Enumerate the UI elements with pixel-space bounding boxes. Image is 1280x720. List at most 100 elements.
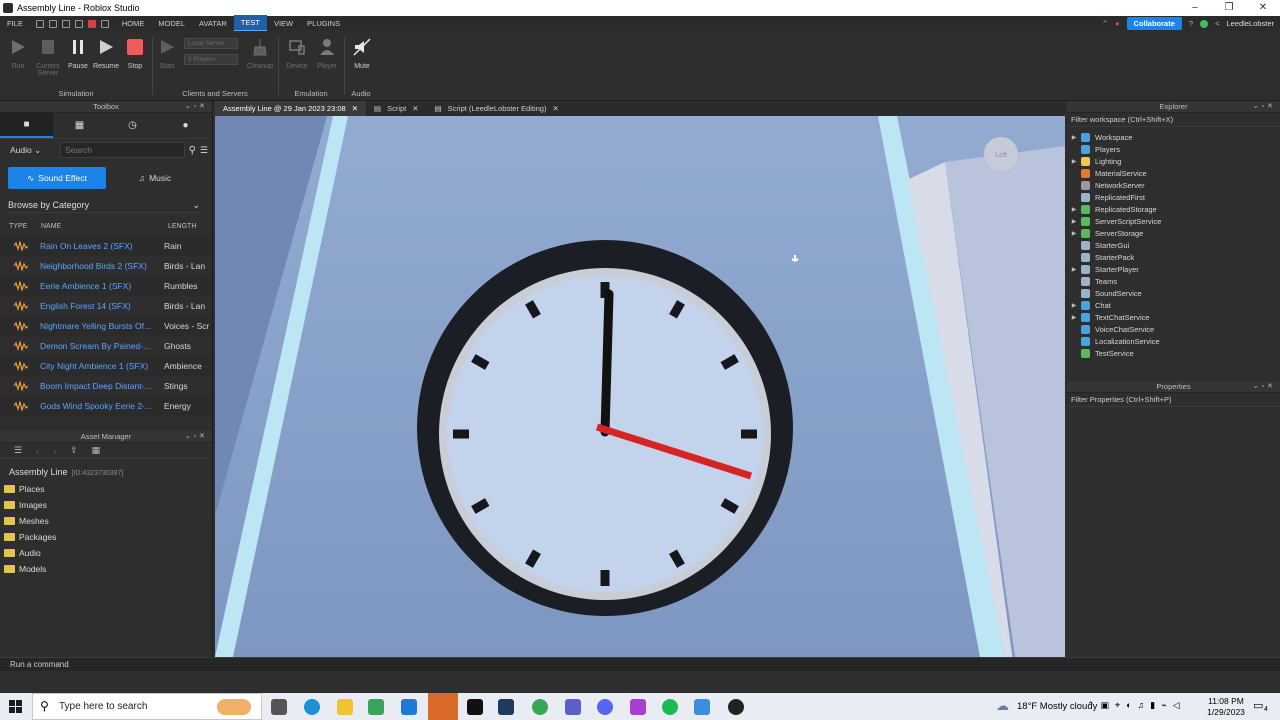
sound-name[interactable]: Neighborhood Birds 2 (SFX) — [40, 261, 164, 271]
store-icon[interactable] — [368, 699, 384, 715]
sound-list-item[interactable]: Nightmare Yelling Bursts Of... Voices - S… — [0, 316, 212, 336]
tab-assembly-line[interactable]: Assembly Line @ 29 Jan 2023 23:08 ✕ — [215, 101, 366, 116]
start-button[interactable]: Start — [152, 31, 182, 70]
sound-list-item[interactable]: Demon Scream By Pained-... Ghosts — [0, 336, 212, 356]
windows-start-icon[interactable] — [9, 700, 22, 713]
tab-script[interactable]: ▤ Script ✕ — [366, 101, 427, 116]
explorer-item[interactable]: ▶ ServerStorage — [1067, 227, 1280, 239]
close-icon[interactable]: ✕ — [412, 101, 418, 116]
players-select[interactable]: 2 Players — [184, 54, 238, 65]
inventory-tab[interactable]: ▦ — [53, 113, 106, 138]
sound-list-item[interactable]: Gods Wind Spooky Eerie 2-... Energy — [0, 396, 212, 416]
edge-icon[interactable] — [304, 699, 320, 715]
explorer-item[interactable]: Teams — [1067, 275, 1280, 287]
asset-folder-item[interactable]: Audio — [0, 545, 212, 561]
sound-list-item[interactable]: Boom Impact Deep Distant-... Stings — [0, 376, 212, 396]
sound-name[interactable]: Demon Scream By Pained-... — [40, 341, 164, 351]
undo-icon[interactable] — [61, 19, 70, 28]
grid-view-icon[interactable]: ▦ — [92, 445, 101, 456]
menu-test[interactable]: TEST — [233, 15, 267, 32]
import-icon[interactable]: ⇪ — [70, 445, 78, 456]
player-button[interactable]: Player — [312, 31, 342, 70]
menu-view[interactable]: VIEW — [267, 16, 300, 31]
sound-list-item[interactable]: Rain On Leaves 2 (SFX) Rain — [0, 236, 212, 256]
notification-center-icon[interactable]: ▭ — [1253, 699, 1263, 712]
explorer-item[interactable]: StarterGui — [1067, 239, 1280, 251]
system-tray-icons[interactable]: ⌃▣⌖◐♫▮⌁◁ — [1087, 700, 1186, 711]
category-select[interactable]: Audio ⌄ — [4, 142, 56, 158]
roblox-studio-taskbar-icon[interactable] — [694, 699, 710, 715]
clock-date[interactable]: 1/29/2023 — [1204, 707, 1248, 717]
stop-icon[interactable] — [87, 19, 96, 28]
explorer-item[interactable]: ▶ ReplicatedStorage — [1067, 203, 1280, 215]
server-select[interactable]: Local Server — [184, 38, 238, 49]
device-button[interactable]: Device — [282, 31, 312, 70]
forward-icon[interactable]: › — [53, 446, 56, 456]
panel-controls[interactable]: ⌄▫✕ — [1253, 101, 1276, 113]
browse-by-category-dropdown[interactable]: Browse by Category ⌄ — [8, 197, 204, 213]
panel-controls[interactable]: ⌄▫✕ — [185, 431, 208, 443]
menu-avatar[interactable]: AVATAR — [192, 16, 234, 31]
sound-name[interactable]: Rain On Leaves 2 (SFX) — [40, 241, 164, 251]
panel-controls[interactable]: ⌄▫✕ — [185, 101, 208, 113]
app-icon[interactable] — [630, 699, 646, 715]
stop-button[interactable]: Stop — [120, 31, 150, 70]
weather-text[interactable]: 18°F Mostly cloudy — [1017, 701, 1097, 712]
asset-folder-item[interactable]: Models — [0, 561, 212, 577]
epic-games-icon[interactable] — [467, 699, 483, 715]
expand-arrow-icon[interactable]: ▶ — [1067, 302, 1081, 309]
current-server-button[interactable]: Current Server — [33, 31, 63, 77]
filter-icon[interactable]: ☰ — [200, 145, 208, 156]
menu-plugins[interactable]: PLUGINS — [300, 16, 347, 31]
help-icon[interactable]: ? — [1189, 19, 1193, 28]
mute-button[interactable]: Mute — [347, 31, 377, 70]
recent-tab[interactable]: ◷ — [106, 113, 159, 138]
play-icon[interactable] — [74, 19, 83, 28]
explorer-item[interactable]: ▶ Chat — [1067, 299, 1280, 311]
menu-model[interactable]: MODEL — [151, 16, 192, 31]
sound-name[interactable]: Gods Wind Spooky Eerie 2-... — [40, 401, 164, 411]
sound-effect-button[interactable]: ∿ Sound Effect — [8, 167, 106, 189]
expand-arrow-icon[interactable]: ▶ — [1067, 218, 1081, 225]
back-icon[interactable]: ‹ — [36, 446, 39, 456]
panel-controls[interactable]: ⌄▫✕ — [1253, 381, 1276, 393]
sound-name[interactable]: Nightmare Yelling Bursts Of... — [40, 321, 164, 331]
notification-icon[interactable]: ● — [1115, 19, 1120, 28]
sound-list-item[interactable]: City Night Ambience 1 (SFX) Ambience — [0, 356, 212, 376]
creations-tab[interactable]: ● — [159, 113, 212, 138]
chrome-icon[interactable] — [532, 699, 548, 715]
clock[interactable] — [417, 240, 793, 616]
sound-list-item[interactable]: Neighborhood Birds 2 (SFX) Birds - Lan — [0, 256, 212, 276]
sound-name[interactable]: City Night Ambience 1 (SFX) — [40, 361, 164, 371]
explorer-item[interactable]: ▶ ServerScriptService — [1067, 215, 1280, 227]
explorer-item[interactable]: ▶ Workspace — [1067, 131, 1280, 143]
search-highlight-icon[interactable] — [217, 699, 251, 715]
expand-arrow-icon[interactable]: ▶ — [1067, 206, 1081, 213]
close-icon[interactable]: ✕ — [552, 101, 558, 116]
properties-filter-input[interactable]: Filter Properties (Ctrl+Shift+P) — [1067, 393, 1280, 407]
expand-arrow-icon[interactable]: ▶ — [1067, 134, 1081, 141]
task-view-icon[interactable] — [271, 699, 287, 715]
explorer-item[interactable]: SoundService — [1067, 287, 1280, 299]
chevron-up-icon[interactable]: ⌃ — [1102, 19, 1108, 28]
file-explorer-icon[interactable] — [337, 699, 353, 715]
explorer-item[interactable]: ▶ Lighting — [1067, 155, 1280, 167]
explorer-item[interactable]: Players — [1067, 143, 1280, 155]
close-icon[interactable]: ✕ — [1246, 0, 1280, 16]
spotify-icon[interactable] — [662, 699, 678, 715]
menu-file[interactable]: FILE — [0, 16, 30, 31]
explorer-item[interactable]: VoiceChatService — [1067, 323, 1280, 335]
explorer-item[interactable]: TestService — [1067, 347, 1280, 359]
menu-home[interactable]: HOME — [115, 16, 152, 31]
marketplace-tab[interactable]: ■ — [0, 113, 53, 138]
expand-arrow-icon[interactable]: ▶ — [1067, 266, 1081, 273]
pause-button[interactable]: Pause — [63, 31, 93, 70]
redo-icon[interactable] — [100, 19, 109, 28]
discord-icon[interactable] — [597, 699, 613, 715]
roblox-icon[interactable] — [728, 699, 744, 715]
clock-time[interactable]: 11:08 PM — [1206, 696, 1246, 706]
explorer-item[interactable]: ▶ TextChatService — [1067, 311, 1280, 323]
sound-list-item[interactable]: English Forest 14 (SFX) Birds - Lan — [0, 296, 212, 316]
save-icon[interactable] — [35, 19, 44, 28]
mail-icon[interactable] — [401, 699, 417, 715]
